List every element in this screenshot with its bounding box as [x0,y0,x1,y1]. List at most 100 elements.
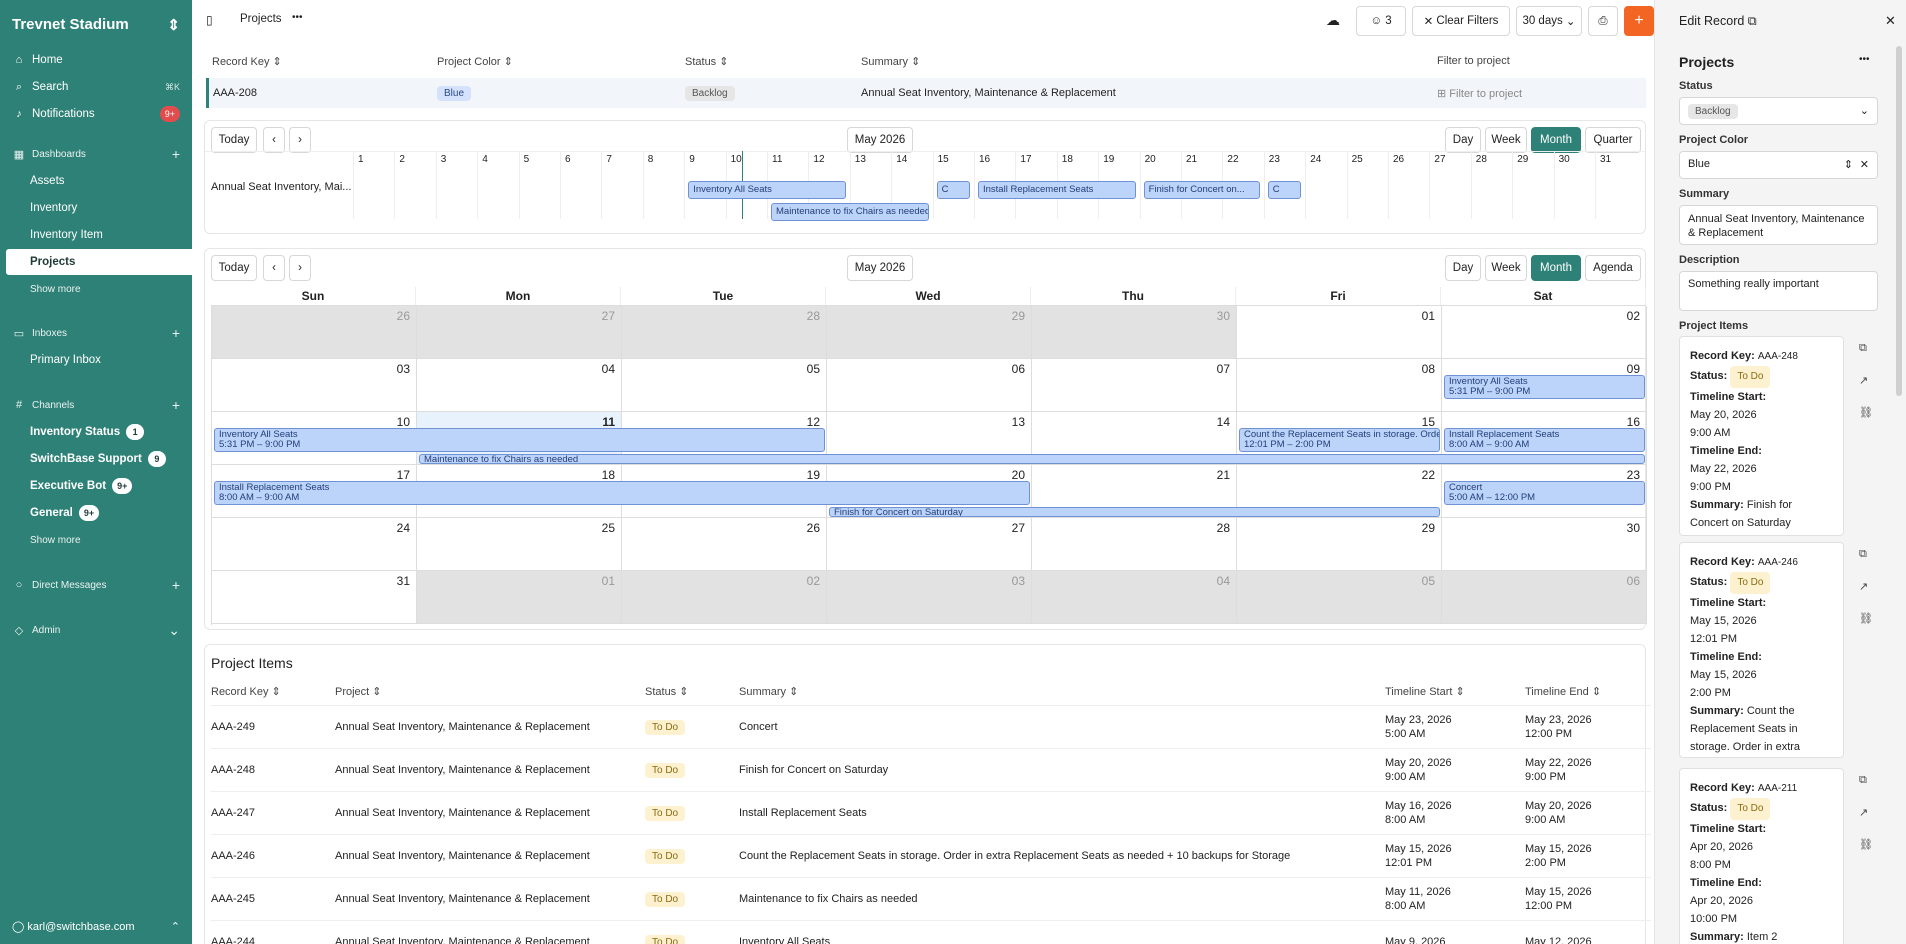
calendar-day-cell[interactable]: 07 [1032,359,1237,412]
add-record-button[interactable]: + [1624,6,1654,36]
project-item-card[interactable]: Record Key: AAA-211 Status: To Do Timeline… [1679,768,1844,944]
calendar-day-cell[interactable]: 28 [622,306,827,359]
calendar-day-cell[interactable]: 02 [622,571,827,624]
project-item-card[interactable]: Record Key: AAA-248 Status: To Do Timeline… [1679,336,1844,536]
channel-inventory-status[interactable]: Inventory Status 1 [0,419,192,445]
calendar-day-cell[interactable]: 03 [212,359,417,412]
calendar-view-month[interactable]: Month [1531,255,1581,281]
calendar-event[interactable]: Install Replacement Seats 8:00 AM – 9:00 … [1444,428,1645,452]
timeline-view-day[interactable]: Day [1445,127,1481,153]
nav-home[interactable]: ⌂ Home [0,47,192,73]
col-timeline-start[interactable]: Timeline Start ⇕ [1385,685,1525,698]
clear-icon[interactable]: ✕ [1860,158,1869,171]
timeline-event[interactable]: Maintenance to fix Chairs as needed [771,203,929,221]
timeline-prev-button[interactable]: ‹ [263,127,285,153]
calendar-event[interactable]: Install Replacement Seats 8:00 AM – 9:00 … [214,481,1030,505]
timeline-event[interactable]: C [1267,181,1302,199]
calendar-event[interactable]: Inventory All Seats 5:31 PM – 9:00 PM [214,428,825,452]
link-record-icon[interactable]: ⧉ [1859,548,1867,561]
add-dashboard-icon[interactable]: + [172,146,180,162]
open-record-icon[interactable]: ↗ [1859,806,1868,819]
timeline-event[interactable]: C [936,181,970,199]
calendar-event[interactable]: Inventory All Seats 5:31 PM – 9:00 PM [1444,375,1645,399]
link-record-icon[interactable]: ⧉ [1859,774,1867,787]
section-channels[interactable]: # Channels + [0,392,192,418]
calendar-day-cell[interactable]: 06 [1442,571,1647,624]
external-link-icon[interactable]: ⧉ [1748,14,1757,28]
status-select[interactable]: Backlog ⌄ [1679,97,1878,125]
add-inbox-icon[interactable]: + [172,325,180,341]
calendar-event[interactable]: Concert 5:00 AM – 12:00 PM [1444,481,1645,505]
unlink-icon[interactable]: ⛓ [1859,838,1873,851]
add-channel-icon[interactable]: + [172,397,180,413]
section-direct-messages[interactable]: ○ Direct Messages + [0,572,192,598]
timeline-view-month[interactable]: Month [1531,127,1581,153]
calendar-day-cell[interactable]: 25 [417,518,622,571]
primary-inbox[interactable]: Primary Inbox [0,347,192,373]
calendar-day-cell[interactable]: 26 [212,306,417,359]
calendar-day-cell[interactable]: 31 [212,571,417,624]
col-status[interactable]: Status ⇕ [645,685,739,698]
nav-notifications[interactable]: ♪ Notifications 9+ [0,101,192,127]
channel-executive-bot[interactable]: Executive Bot 9+ [0,473,192,499]
users-button[interactable]: ☺ 3 [1356,6,1406,36]
table-row[interactable]: AAA-245 Annual Seat Inventory, Maintenanc… [211,877,1651,920]
add-dm-icon[interactable]: + [172,577,180,593]
table-row[interactable]: AAA-247 Annual Seat Inventory, Maintenanc… [211,791,1651,834]
calendar-day-cell[interactable]: 02 [1442,306,1647,359]
calendar-day-cell[interactable]: 29 [1237,518,1442,571]
table-row[interactable]: AAA-208 Blue Backlog Annual Seat Invento… [206,78,1646,108]
calendar-prev-button[interactable]: ‹ [263,255,285,281]
timeline-event[interactable]: Finish for Concert on... [1143,181,1260,199]
col-summary[interactable]: Summary ⇕ [739,685,1385,698]
calendar-day-cell[interactable]: 26 [622,518,827,571]
filter-to-project-link[interactable]: ⊞ Filter to project [1437,87,1522,100]
calendar-day-cell[interactable]: 01 [1237,306,1442,359]
table-row[interactable]: AAA-249 Annual Seat Inventory, Maintenanc… [211,705,1651,748]
calendar-day-cell[interactable]: 06 [827,359,1032,412]
calendar-event[interactable]: Maintenance to fix Chairs as needed [419,454,1645,464]
show-more-channels[interactable]: Show more [0,527,192,553]
calendar-next-button[interactable]: › [289,255,311,281]
col-timeline-end[interactable]: Timeline End ⇕ [1525,685,1601,698]
unlink-icon[interactable]: ⛓ [1859,406,1873,419]
calendar-day-cell[interactable]: 04 [417,359,622,412]
more-options-icon[interactable]: ••• [1859,54,1870,65]
print-button[interactable]: ⎙ [1588,6,1618,36]
cloud-sync-icon[interactable]: ☁ [1326,12,1340,29]
calendar-day-cell[interactable]: 03 [827,571,1032,624]
section-dashboards[interactable]: ▦ Dashboards + [0,141,192,167]
breadcrumb[interactable]: Projects [240,13,282,25]
range-select[interactable]: 30 days ⌄ [1516,6,1582,36]
color-select[interactable]: Blue ⇕ ✕ [1679,151,1878,179]
calendar-view-day[interactable]: Day [1445,255,1481,281]
channel-general[interactable]: General 9+ [0,500,192,526]
table-row[interactable]: AAA-244 Annual Seat Inventory, Maintenanc… [211,920,1651,944]
description-field[interactable]: Something really important [1679,271,1878,311]
dashboard-inventory-item[interactable]: Inventory Item [0,222,192,248]
calendar-day-cell[interactable]: 05 [622,359,827,412]
calendar-event[interactable]: Count the Replacement Seats in storage. … [1239,428,1440,452]
timeline-event[interactable]: Install Replacement Seats [978,181,1136,199]
calendar-day-cell[interactable]: 08 [1237,359,1442,412]
calendar-day-cell[interactable]: 24 [212,518,417,571]
more-options-icon[interactable]: ••• [292,12,303,23]
timeline-next-button[interactable]: › [289,127,311,153]
timeline-event[interactable]: Inventory All Seats [688,181,846,199]
unlink-icon[interactable]: ⛓ [1859,612,1873,625]
dashboard-projects[interactable]: Projects [6,249,192,275]
show-more-dashboards[interactable]: Show more [0,276,192,302]
sidebar-toggle-icon[interactable]: ▯ [206,13,213,27]
calendar-day-cell[interactable]: 28 [1032,518,1237,571]
clear-filters-button[interactable]: ✕ Clear Filters [1412,6,1510,36]
open-record-icon[interactable]: ↗ [1859,580,1868,593]
col-status[interactable]: Status ⇕ [685,55,861,68]
nav-search[interactable]: ⌕ Search ⌘K [0,74,192,100]
calendar-today-button[interactable]: Today [211,255,257,281]
table-row[interactable]: AAA-248 Annual Seat Inventory, Maintenanc… [211,748,1651,791]
col-record-key[interactable]: Record Key ⇕ [211,685,335,698]
summary-field[interactable]: Annual Seat Inventory, Maintenance & Rep… [1679,205,1878,245]
dashboard-inventory[interactable]: Inventory [0,195,192,221]
calendar-day-cell[interactable]: 29 [827,306,1032,359]
calendar-day-cell[interactable]: 27 [417,306,622,359]
